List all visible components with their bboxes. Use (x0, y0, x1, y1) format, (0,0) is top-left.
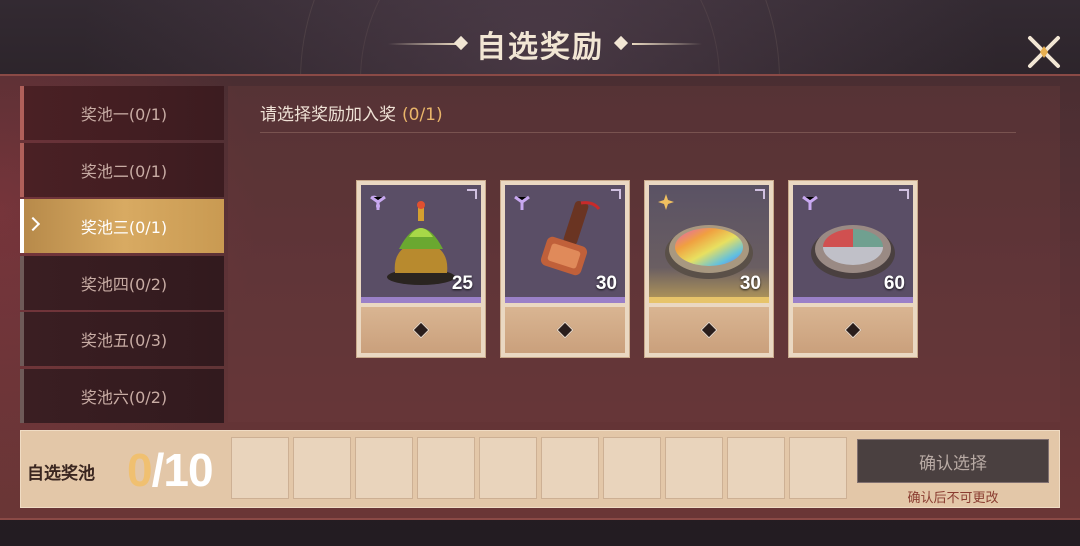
item-quantity: 60 (883, 273, 905, 294)
tab-pool-1[interactable]: 奖池一(0/1) (20, 86, 224, 140)
empty-slot[interactable] (355, 437, 413, 499)
select-diamond-icon (556, 321, 574, 339)
corner-mark (467, 189, 477, 199)
rarity-strip (505, 297, 625, 303)
page-title: 自选奖励 (476, 30, 604, 65)
tab-pool-2[interactable]: 奖池二(0/1) (20, 142, 224, 197)
divider (260, 132, 1016, 133)
title-ornament-right (632, 43, 702, 45)
pool-sidebar: 奖池一(0/1) 奖池二(0/1) 奖池三(0/1) 奖池四(0/2) 奖池五(… (20, 86, 224, 425)
tab-pool-3[interactable]: 奖池三(0/1) (20, 199, 224, 253)
selection-slots (231, 437, 847, 499)
empty-slot[interactable] (665, 437, 723, 499)
close-icon (1028, 36, 1060, 68)
card-image: 60 (793, 185, 913, 303)
empty-slot[interactable] (479, 437, 537, 499)
prompt-text: 请选择奖励加入奖 (260, 105, 396, 125)
item-quantity: 30 (595, 273, 617, 294)
select-diamond-icon (700, 321, 718, 339)
prompt-count: (0/1) (402, 105, 443, 125)
select-diamond-icon (844, 321, 862, 339)
tab-pool-4[interactable]: 奖池四(0/2) (20, 255, 224, 310)
card-footer (649, 307, 769, 353)
total-count: 10 (163, 444, 213, 496)
empty-slot[interactable] (231, 437, 289, 499)
reward-cards: 25 30 30 60 (356, 180, 918, 358)
card-image: 30 (505, 185, 625, 303)
card-footer (793, 307, 913, 353)
confirm-note: 确认后不可更改 (907, 491, 999, 506)
reward-card-1[interactable]: 25 (356, 180, 486, 358)
empty-slot[interactable] (293, 437, 351, 499)
rarity-strip (793, 297, 913, 303)
selection-bar: 自选奖池 0/10 确认选择 确认后不可更改 (20, 430, 1060, 508)
reward-card-3[interactable]: 30 (644, 180, 774, 358)
empty-slot[interactable] (541, 437, 599, 499)
header: 自选奖励 (0, 0, 1080, 74)
empty-slot[interactable] (603, 437, 661, 499)
card-footer (361, 307, 481, 353)
selected-count: 0 (127, 444, 153, 496)
empty-slot[interactable] (727, 437, 785, 499)
pool-count: 0/10 (127, 443, 214, 497)
reward-card-4[interactable]: 60 (788, 180, 918, 358)
confirm-button[interactable]: 确认选择 (857, 439, 1049, 483)
corner-mark (611, 189, 621, 199)
count-separator: / (151, 444, 165, 496)
select-diamond-icon (412, 321, 430, 339)
rarity-strip (649, 297, 769, 303)
tab-pool-5[interactable]: 奖池五(0/3) (20, 312, 224, 366)
item-quantity: 30 (739, 273, 761, 294)
card-image: 25 (361, 185, 481, 303)
card-image: 30 (649, 185, 769, 303)
reward-card-2[interactable]: 30 (500, 180, 630, 358)
tab-pool-6[interactable]: 奖池六(0/2) (20, 368, 224, 423)
empty-slot[interactable] (789, 437, 847, 499)
select-prompt: 请选择奖励加入奖 (0/1) (260, 100, 443, 125)
pool-label: 自选奖池 (27, 464, 95, 484)
reward-content: 请选择奖励加入奖 (0/1) 25 30 30 60 (228, 86, 1060, 422)
close-button[interactable] (1026, 34, 1062, 70)
item-quantity: 25 (451, 273, 473, 294)
card-footer (505, 307, 625, 353)
rarity-strip (361, 297, 481, 303)
empty-slot[interactable] (417, 437, 475, 499)
